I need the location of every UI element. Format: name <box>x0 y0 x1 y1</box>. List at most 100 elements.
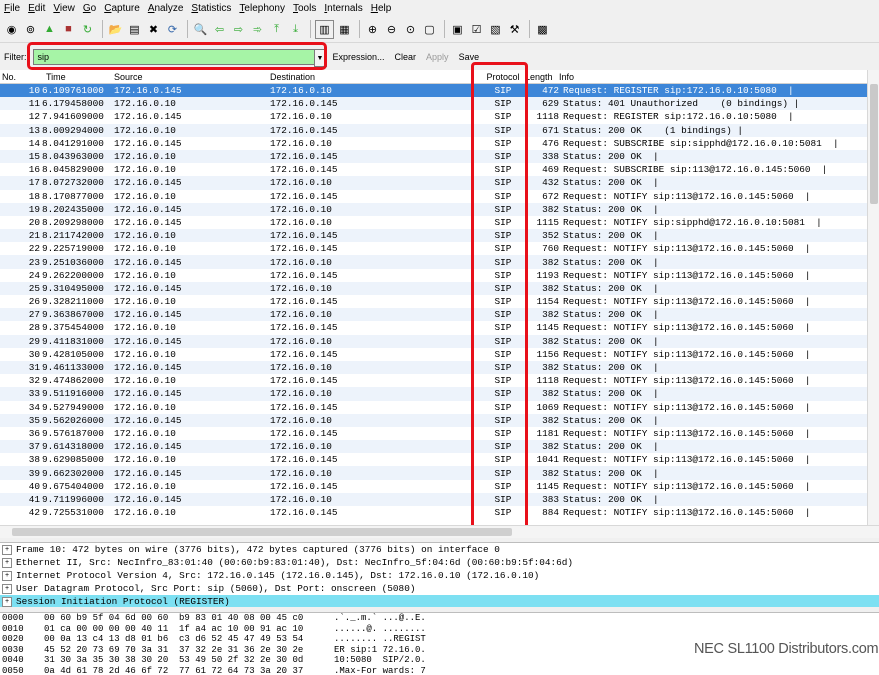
scrollbar-thumb[interactable] <box>870 84 878 204</box>
packet-row[interactable]: 289.375454000172.16.0.10172.16.0.145SIP1… <box>0 321 867 334</box>
packet-row[interactable]: 158.043963000172.16.0.10172.16.0.145SIP3… <box>0 150 867 163</box>
menu-item-telephony[interactable]: Telephony <box>239 3 285 14</box>
packet-row[interactable]: 138.009294000172.16.0.10172.16.0.145SIP6… <box>0 124 867 137</box>
expand-icon[interactable]: + <box>2 584 12 594</box>
go-first-packet-icon[interactable]: ⤒ <box>268 21 285 38</box>
packet-row[interactable]: 239.251036000172.16.0.145172.16.0.10SIP3… <box>0 255 867 268</box>
packet-row[interactable]: 279.363867000172.16.0.145172.16.0.10SIP3… <box>0 308 867 321</box>
menu-item-internals[interactable]: Internals <box>324 3 362 14</box>
packet-row[interactable]: 329.474862000172.16.0.10172.16.0.145SIP1… <box>0 374 867 387</box>
save-button[interactable]: Save <box>459 52 480 62</box>
go-last-packet-icon[interactable]: ⤓ <box>287 21 304 38</box>
expand-icon[interactable]: + <box>2 558 12 568</box>
save-file-icon[interactable]: ▤ <box>126 21 143 38</box>
packet-cell-src: 172.16.0.10 <box>114 322 270 333</box>
packet-cell-info: Status: 200 OK | <box>563 468 867 479</box>
menu-item-tools[interactable]: Tools <box>293 3 316 14</box>
scrollbar-thumb[interactable] <box>12 528 512 536</box>
clear-button[interactable]: Clear <box>395 52 417 62</box>
packet-row[interactable]: 319.461133000172.16.0.145172.16.0.10SIP3… <box>0 361 867 374</box>
packet-row[interactable]: 168.045829000172.16.0.10172.16.0.145SIP4… <box>0 163 867 176</box>
menu-item-analyze[interactable]: Analyze <box>148 3 184 14</box>
help-icon[interactable]: ▩ <box>534 21 551 38</box>
expand-icon[interactable]: + <box>2 545 12 555</box>
packet-row[interactable]: 269.328211000172.16.0.10172.16.0.145SIP1… <box>0 295 867 308</box>
go-to-packet-icon[interactable]: ➾ <box>249 21 266 38</box>
packet-row[interactable]: 178.072732000172.16.0.145172.16.0.10SIP4… <box>0 176 867 189</box>
packet-list-vertical-scrollbar[interactable] <box>867 70 879 525</box>
expand-icon[interactable]: + <box>2 571 12 581</box>
packet-cell-time: 6.179458000 <box>40 98 114 109</box>
zoom-in-icon[interactable]: ⊕ <box>364 21 381 38</box>
zoom-normal-icon[interactable]: ⊙ <box>402 21 419 38</box>
packet-row[interactable]: 359.562026000172.16.0.145172.16.0.10SIP3… <box>0 414 867 427</box>
go-forward-icon[interactable]: ⇨ <box>230 21 247 38</box>
packet-row[interactable]: 409.675404000172.16.0.10172.16.0.145SIP1… <box>0 480 867 493</box>
col-header-destination[interactable]: Destination <box>270 72 485 82</box>
packet-row[interactable]: 419.711996000172.16.0.145172.16.0.10SIP3… <box>0 493 867 506</box>
menu-item-go[interactable]: Go <box>83 3 96 14</box>
packet-row[interactable]: 229.225719000172.16.0.10172.16.0.145SIP7… <box>0 242 867 255</box>
packet-row[interactable]: 106.109761000172.16.0.145172.16.0.10SIP4… <box>0 84 867 97</box>
interface-list-icon[interactable]: ◉ <box>3 21 20 38</box>
capture-options-icon[interactable]: ⊚ <box>22 21 39 38</box>
detail-tree-item[interactable]: +Internet Protocol Version 4, Src: 172.1… <box>0 569 879 582</box>
restart-capture-icon[interactable]: ↻ <box>79 21 96 38</box>
apply-button[interactable]: Apply <box>426 52 449 62</box>
packet-row[interactable]: 379.614318000172.16.0.145172.16.0.10SIP3… <box>0 440 867 453</box>
menu-item-statistics[interactable]: Statistics <box>191 3 231 14</box>
col-header-no[interactable]: No. <box>0 72 40 82</box>
packet-details[interactable]: +Frame 10: 472 bytes on wire (3776 bits)… <box>0 542 879 607</box>
start-capture-icon[interactable]: ▲ <box>41 21 58 38</box>
packet-cell-dst: 172.16.0.145 <box>270 270 485 281</box>
col-header-source[interactable]: Source <box>114 72 270 82</box>
preferences-icon[interactable]: ⚒ <box>506 21 523 38</box>
packet-row[interactable]: 116.179458000172.16.0.10172.16.0.145SIP6… <box>0 97 867 110</box>
stop-capture-icon[interactable]: ■ <box>60 21 77 38</box>
detail-tree-item[interactable]: +Ethernet II, Src: NecInfro_83:01:40 (00… <box>0 556 879 569</box>
go-back-icon[interactable]: ⇦ <box>211 21 228 38</box>
menu-item-edit[interactable]: Edit <box>28 3 45 14</box>
auto-scroll-icon[interactable]: ▦ <box>336 21 353 38</box>
packet-cell-time: 9.527949000 <box>40 402 114 413</box>
packet-row[interactable]: 188.170877000172.16.0.10172.16.0.145SIP6… <box>0 190 867 203</box>
packet-row[interactable]: 198.202435000172.16.0.145172.16.0.10SIP3… <box>0 203 867 216</box>
packet-row[interactable]: 309.428105000172.16.0.10172.16.0.145SIP1… <box>0 348 867 361</box>
expression-button[interactable]: Expression... <box>333 52 385 62</box>
display-filters-icon[interactable]: ☑ <box>468 21 485 38</box>
packet-row[interactable]: 249.262200000172.16.0.10172.16.0.145SIP1… <box>0 269 867 282</box>
packet-row[interactable]: 429.725531000172.16.0.10172.16.0.145SIP8… <box>0 506 867 519</box>
packet-row[interactable]: 339.511916000172.16.0.145172.16.0.10SIP3… <box>0 387 867 400</box>
col-header-time[interactable]: Time <box>40 72 114 82</box>
packet-row[interactable]: 299.411831000172.16.0.145172.16.0.10SIP3… <box>0 335 867 348</box>
detail-tree-item[interactable]: +User Datagram Protocol, Src Port: sip (… <box>0 582 879 595</box>
col-header-info[interactable]: Info <box>559 72 867 82</box>
packet-list-horizontal-scrollbar[interactable] <box>0 525 879 538</box>
packet-row[interactable]: 208.209298000172.16.0.145172.16.0.10SIP1… <box>0 216 867 229</box>
menu-item-view[interactable]: View <box>53 3 75 14</box>
resize-columns-icon[interactable]: ▢ <box>421 21 438 38</box>
packet-row[interactable]: 349.527949000172.16.0.10172.16.0.145SIP1… <box>0 401 867 414</box>
coloring-rules-icon[interactable]: ▧ <box>487 21 504 38</box>
packet-row[interactable]: 218.211742000172.16.0.10172.16.0.145SIP3… <box>0 229 867 242</box>
detail-tree-item[interactable]: +Session Initiation Protocol (REGISTER) <box>0 595 879 607</box>
open-file-icon[interactable]: 📂 <box>107 21 124 38</box>
close-file-icon[interactable]: ✖ <box>145 21 162 38</box>
zoom-out-icon[interactable]: ⊖ <box>383 21 400 38</box>
packet-row[interactable]: 148.041291000172.16.0.145172.16.0.10SIP4… <box>0 137 867 150</box>
expand-icon[interactable]: + <box>2 597 12 607</box>
menu-item-capture[interactable]: Capture <box>104 3 140 14</box>
packet-list[interactable]: No. Time Source Destination Protocol Len… <box>0 70 867 525</box>
menu-item-help[interactable]: Help <box>371 3 392 14</box>
reload-file-icon[interactable]: ⟳ <box>164 21 181 38</box>
find-packet-icon[interactable]: 🔍 <box>192 21 209 38</box>
packet-row[interactable]: 389.629085000172.16.0.10172.16.0.145SIP1… <box>0 453 867 466</box>
menu-item-file[interactable]: File <box>4 3 20 14</box>
detail-tree-item[interactable]: +Frame 10: 472 bytes on wire (3776 bits)… <box>0 543 879 556</box>
packet-row[interactable]: 259.310495000172.16.0.145172.16.0.10SIP3… <box>0 282 867 295</box>
colorize-icon[interactable]: ▥ <box>315 20 334 39</box>
packet-row[interactable]: 369.576187000172.16.0.10172.16.0.145SIP1… <box>0 427 867 440</box>
packet-row[interactable]: 399.662302000172.16.0.145172.16.0.10SIP3… <box>0 466 867 479</box>
capture-filters-icon[interactable]: ▣ <box>449 21 466 38</box>
packet-row[interactable]: 127.941609000172.16.0.145172.16.0.10SIP1… <box>0 110 867 123</box>
